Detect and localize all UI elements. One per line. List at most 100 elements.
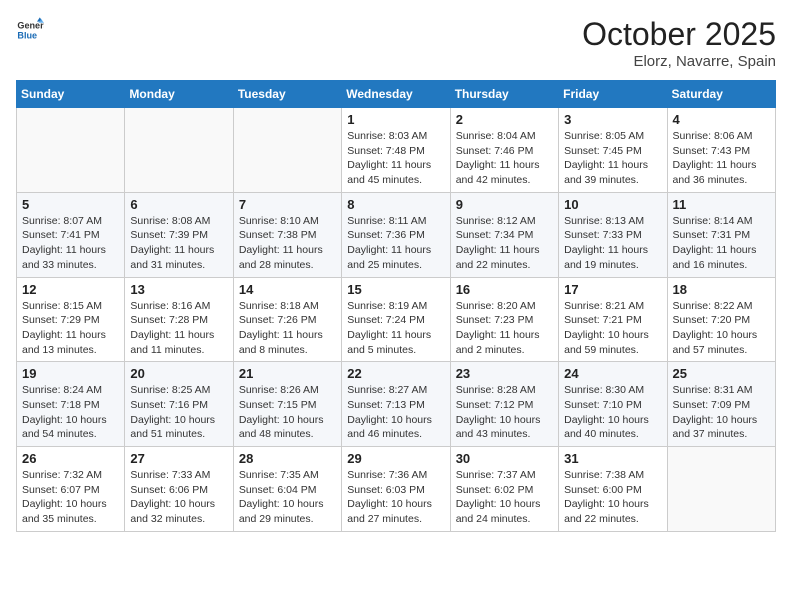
day-info: Sunrise: 8:15 AM Sunset: 7:29 PM Dayligh… [22, 299, 119, 358]
day-number: 10 [564, 197, 661, 212]
day-number: 26 [22, 451, 119, 466]
calendar-subtitle: Elorz, Navarre, Spain [582, 53, 776, 70]
svg-text:Blue: Blue [17, 30, 37, 40]
day-number: 29 [347, 451, 444, 466]
day-number: 14 [239, 282, 336, 297]
day-info: Sunrise: 7:35 AM Sunset: 6:04 PM Dayligh… [239, 468, 336, 527]
calendar-cell: 24 Sunrise: 8:30 AM Sunset: 7:10 PM Dayli… [559, 362, 667, 447]
calendar-cell: 25 Sunrise: 8:31 AM Sunset: 7:09 PM Dayli… [667, 362, 775, 447]
day-number: 5 [22, 197, 119, 212]
day-info: Sunrise: 7:36 AM Sunset: 6:03 PM Dayligh… [347, 468, 444, 527]
day-info: Sunrise: 8:19 AM Sunset: 7:24 PM Dayligh… [347, 299, 444, 358]
calendar-cell: 6Sunrise: 8:08 AM Sunset: 7:39 PM Daylig… [125, 192, 233, 277]
day-number: 1 [347, 112, 444, 127]
day-number: 27 [130, 451, 227, 466]
day-number: 3 [564, 112, 661, 127]
day-info: Sunrise: 8:24 AM Sunset: 7:18 PM Dayligh… [22, 383, 119, 442]
calendar-cell: 26Sunrise: 7:32 AM Sunset: 6:07 PM Dayli… [17, 447, 125, 532]
week-row-3: 12 Sunrise: 8:15 AM Sunset: 7:29 PM Dayli… [17, 277, 776, 362]
day-number: 11 [673, 197, 770, 212]
calendar-cell: 14 Sunrise: 8:18 AM Sunset: 7:26 PM Dayli… [233, 277, 341, 362]
day-info: Sunrise: 8:13 AM Sunset: 7:33 PM Dayligh… [564, 214, 661, 273]
day-info: Sunrise: 7:33 AM Sunset: 6:06 PM Dayligh… [130, 468, 227, 527]
calendar-cell: 31 Sunrise: 7:38 AM Sunset: 6:00 PM Dayli… [559, 447, 667, 532]
day-info: Sunrise: 8:16 AM Sunset: 7:28 PM Dayligh… [130, 299, 227, 358]
calendar-cell: 22Sunrise: 8:27 AM Sunset: 7:13 PM Dayli… [342, 362, 450, 447]
calendar-cell: 8 Sunrise: 8:11 AM Sunset: 7:36 PM Daylig… [342, 192, 450, 277]
day-info: Sunrise: 8:08 AM Sunset: 7:39 PM Dayligh… [130, 214, 227, 273]
day-number: 17 [564, 282, 661, 297]
day-info: Sunrise: 8:30 AM Sunset: 7:10 PM Dayligh… [564, 383, 661, 442]
day-number: 22 [347, 366, 444, 381]
day-info: Sunrise: 8:25 AM Sunset: 7:16 PM Dayligh… [130, 383, 227, 442]
calendar-cell [233, 108, 341, 193]
day-info: Sunrise: 8:11 AM Sunset: 7:36 PM Dayligh… [347, 214, 444, 273]
day-header-monday: Monday [125, 81, 233, 108]
calendar-cell: 19Sunrise: 8:24 AM Sunset: 7:18 PM Dayli… [17, 362, 125, 447]
logo-icon: General Blue [16, 16, 44, 44]
day-number: 24 [564, 366, 661, 381]
calendar-cell: 3 Sunrise: 8:05 AM Sunset: 7:45 PM Daylig… [559, 108, 667, 193]
header-row: SundayMondayTuesdayWednesdayThursdayFrid… [17, 81, 776, 108]
calendar-title: October 2025 [582, 16, 776, 53]
day-number: 2 [456, 112, 553, 127]
day-header-wednesday: Wednesday [342, 81, 450, 108]
day-info: Sunrise: 7:37 AM Sunset: 6:02 PM Dayligh… [456, 468, 553, 527]
day-info: Sunrise: 8:21 AM Sunset: 7:21 PM Dayligh… [564, 299, 661, 358]
calendar-cell: 23 Sunrise: 8:28 AM Sunset: 7:12 PM Dayli… [450, 362, 558, 447]
day-info: Sunrise: 8:12 AM Sunset: 7:34 PM Dayligh… [456, 214, 553, 273]
day-number: 28 [239, 451, 336, 466]
calendar-table: SundayMondayTuesdayWednesdayThursdayFrid… [16, 80, 776, 532]
calendar-cell: 20 Sunrise: 8:25 AM Sunset: 7:16 PM Dayli… [125, 362, 233, 447]
day-number: 15 [347, 282, 444, 297]
day-info: Sunrise: 8:10 AM Sunset: 7:38 PM Dayligh… [239, 214, 336, 273]
week-row-2: 5 Sunrise: 8:07 AM Sunset: 7:41 PM Daylig… [17, 192, 776, 277]
calendar-cell: 12 Sunrise: 8:15 AM Sunset: 7:29 PM Dayli… [17, 277, 125, 362]
day-info: Sunrise: 7:38 AM Sunset: 6:00 PM Dayligh… [564, 468, 661, 527]
calendar-cell: 13Sunrise: 8:16 AM Sunset: 7:28 PM Dayli… [125, 277, 233, 362]
calendar-cell: 15 Sunrise: 8:19 AM Sunset: 7:24 PM Dayli… [342, 277, 450, 362]
calendar-cell: 16 Sunrise: 8:20 AM Sunset: 7:23 PM Dayli… [450, 277, 558, 362]
day-number: 16 [456, 282, 553, 297]
day-number: 18 [673, 282, 770, 297]
day-info: Sunrise: 8:07 AM Sunset: 7:41 PM Dayligh… [22, 214, 119, 273]
day-header-thursday: Thursday [450, 81, 558, 108]
logo: General Blue [16, 16, 44, 44]
week-row-1: 1 Sunrise: 8:03 AM Sunset: 7:48 PM Daylig… [17, 108, 776, 193]
calendar-cell [17, 108, 125, 193]
day-info: Sunrise: 8:18 AM Sunset: 7:26 PM Dayligh… [239, 299, 336, 358]
day-number: 9 [456, 197, 553, 212]
header: General Blue October 2025 Elorz, Navarre… [16, 16, 776, 70]
day-info: Sunrise: 8:26 AM Sunset: 7:15 PM Dayligh… [239, 383, 336, 442]
day-number: 8 [347, 197, 444, 212]
day-header-sunday: Sunday [17, 81, 125, 108]
day-number: 23 [456, 366, 553, 381]
calendar-cell: 5 Sunrise: 8:07 AM Sunset: 7:41 PM Daylig… [17, 192, 125, 277]
calendar-cell: 2 Sunrise: 8:04 AM Sunset: 7:46 PM Daylig… [450, 108, 558, 193]
day-info: Sunrise: 8:06 AM Sunset: 7:43 PM Dayligh… [673, 129, 770, 188]
calendar-cell [667, 447, 775, 532]
week-row-5: 26Sunrise: 7:32 AM Sunset: 6:07 PM Dayli… [17, 447, 776, 532]
day-info: Sunrise: 8:31 AM Sunset: 7:09 PM Dayligh… [673, 383, 770, 442]
day-number: 31 [564, 451, 661, 466]
day-info: Sunrise: 8:28 AM Sunset: 7:12 PM Dayligh… [456, 383, 553, 442]
day-number: 7 [239, 197, 336, 212]
calendar-cell: 9 Sunrise: 8:12 AM Sunset: 7:34 PM Daylig… [450, 192, 558, 277]
day-header-tuesday: Tuesday [233, 81, 341, 108]
day-header-saturday: Saturday [667, 81, 775, 108]
day-number: 20 [130, 366, 227, 381]
calendar-cell: 7 Sunrise: 8:10 AM Sunset: 7:38 PM Daylig… [233, 192, 341, 277]
day-info: Sunrise: 8:05 AM Sunset: 7:45 PM Dayligh… [564, 129, 661, 188]
calendar-cell: 29 Sunrise: 7:36 AM Sunset: 6:03 PM Dayli… [342, 447, 450, 532]
title-area: October 2025 Elorz, Navarre, Spain [582, 16, 776, 70]
calendar-cell: 21Sunrise: 8:26 AM Sunset: 7:15 PM Dayli… [233, 362, 341, 447]
day-info: Sunrise: 8:04 AM Sunset: 7:46 PM Dayligh… [456, 129, 553, 188]
calendar-cell: 18Sunrise: 8:22 AM Sunset: 7:20 PM Dayli… [667, 277, 775, 362]
week-row-4: 19Sunrise: 8:24 AM Sunset: 7:18 PM Dayli… [17, 362, 776, 447]
day-info: Sunrise: 8:03 AM Sunset: 7:48 PM Dayligh… [347, 129, 444, 188]
calendar-cell: 4Sunrise: 8:06 AM Sunset: 7:43 PM Daylig… [667, 108, 775, 193]
day-number: 25 [673, 366, 770, 381]
calendar-cell: 17 Sunrise: 8:21 AM Sunset: 7:21 PM Dayli… [559, 277, 667, 362]
day-info: Sunrise: 8:20 AM Sunset: 7:23 PM Dayligh… [456, 299, 553, 358]
day-number: 12 [22, 282, 119, 297]
